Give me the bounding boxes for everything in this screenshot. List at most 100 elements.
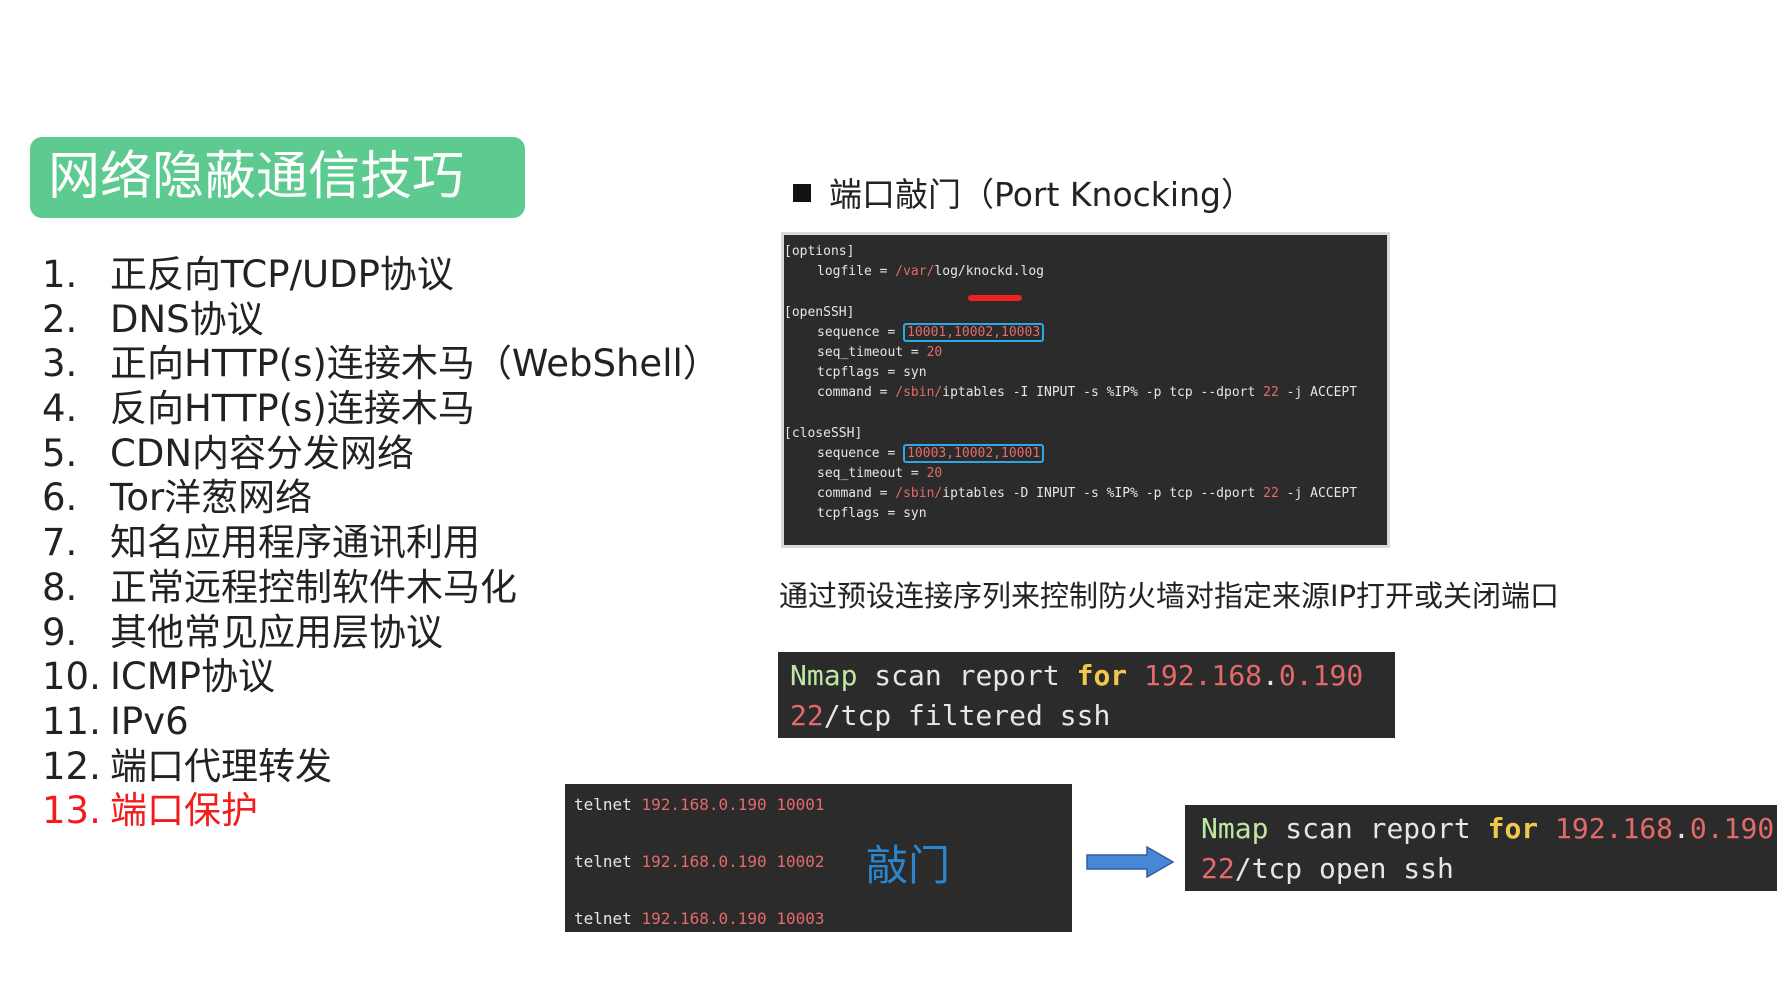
topic-text: ICMP协议 [110,655,275,699]
config-value: 22 [1263,486,1279,502]
topic-number: 10. [42,655,101,699]
section-heading-text: 端口敲门（Port Knocking） [829,175,1254,214]
config-line: tcpflags = syn [784,363,1387,383]
config-line: sequence = 10001,10002,10003 [784,322,1387,343]
telnet-port: 10003 [776,909,825,928]
knock-label: 敲门 [866,841,951,890]
telnet-ip: 192.168.0.190 [641,795,767,814]
topic-item: 1. 正反向TCP/UDP协议 [42,253,720,298]
nmap-port: 22 [1201,852,1235,885]
config-key: seq_timeout = [817,344,927,360]
nmap-ip: 192.168 [1127,659,1263,692]
config-path: log/knockd.log [934,264,1044,280]
nmap-ip: 192.168 [1538,812,1674,845]
config-key: tcpflags = syn [817,365,927,381]
red-underline-mark [968,295,1022,301]
topic-number: 3. [42,342,78,386]
nmap-ip: . [1673,812,1690,845]
config-value: iptables -D INPUT -s %IP% -p tcp --dport [942,486,1264,502]
config-value: iptables -I INPUT -s %IP% -p tcp --dport [942,385,1264,401]
topic-item: 7. 知名应用程序通讯利用 [42,521,720,566]
config-value: -j ACCEPT [1278,385,1358,401]
topic-item: 12. 端口代理转发 [42,745,720,790]
config-key: sequence = [817,445,904,461]
nmap-line: 22/tcp filtered ssh [790,696,1395,736]
nmap-ip: 0.190 [1689,812,1775,845]
topic-item: 10. ICMP协议 [42,655,720,700]
topic-number: 13. [42,789,101,833]
topic-text: CDN内容分发网络 [110,431,415,475]
nmap-text: scan report [1268,812,1488,845]
topic-text: 反向HTTP(s)连接木马 [110,387,475,431]
topic-number: 7. [42,521,78,565]
description-caption: 通过预设连接序列来控制防火墙对指定来源IP打开或关闭端口 [779,579,1560,613]
config-line: logfile = /var/log/knockd.log [784,262,1387,282]
topic-item: 8. 正常远程控制软件木马化 [42,566,720,611]
topic-item: 2. DNS协议 [42,298,720,343]
topic-text: 端口代理转发 [110,744,332,788]
telnet-line: telnet 192.168.0.190 10001 [574,795,824,814]
topic-number: 9. [42,610,78,654]
config-line: [closeSSH] [784,424,1387,444]
topic-number: 11. [42,699,101,743]
topic-number: 8. [42,565,78,609]
topic-number: 12. [42,744,101,788]
topic-number: 4. [42,387,78,431]
topic-number: 6. [42,476,78,520]
telnet-line: telnet 192.168.0.190 10002 [574,852,824,871]
topic-number: 5. [42,431,78,475]
topic-number: 1. [42,253,78,296]
config-section-header: [openSSH] [784,304,855,320]
topic-text: 知名应用程序通讯利用 [110,521,480,565]
telnet-cmd: telnet [574,852,642,871]
open-sequence-highlight: 10001,10002,10003 [903,322,1045,342]
nmap-state: /tcp open ssh [1234,852,1454,885]
config-line: seq_timeout = 20 [784,343,1387,363]
topic-text: DNS协议 [110,297,264,341]
config-blank [784,404,1387,424]
section-heading: 端口敲门（Port Knocking） [793,168,1254,216]
nmap-open-screenshot: Nmap scan report for 192.168.0.190 22/tc… [1185,805,1777,891]
nmap-word: Nmap [1201,812,1269,845]
topic-text: IPv6 [110,699,189,743]
telnet-port: 10001 [776,795,825,814]
topic-item: 11. IPv6 [42,700,720,745]
config-key: tcpflags = syn [817,506,927,522]
config-line: command = /sbin/iptables -I INPUT -s %IP… [784,383,1387,403]
config-value: 20 [926,344,943,360]
config-line: tcpflags = syn [784,504,1387,524]
telnet-line: telnet 192.168.0.190 10003 [574,909,824,928]
topic-item: 6. Tor洋葱网络 [42,476,720,521]
topic-item: 3. 正向HTTP(s)连接木马（WebShell） [42,342,720,387]
nmap-keyword: for [1487,812,1539,845]
nmap-filtered-screenshot: Nmap scan report for 192.168.0.190 22/tc… [778,652,1395,738]
topic-text: 正向HTTP(s)连接木马（WebShell） [110,342,720,386]
nmap-ip: 0.190 [1278,659,1364,692]
config-value: -j ACCEPT [1278,486,1358,502]
config-path: /var/ [895,264,935,280]
telnet-knock-screenshot: telnet 192.168.0.190 10001 telnet 192.16… [565,784,1072,932]
nmap-keyword: for [1076,659,1128,692]
knockd-config-screenshot: [options] logfile = /var/log/knockd.log … [781,232,1390,548]
config-key: logfile = [817,264,896,280]
square-bullet-icon [793,184,811,202]
config-line: seq_timeout = 20 [784,464,1387,484]
config-value: 22 [1263,385,1279,401]
config-key: command = [817,385,896,401]
config-line: [options] [784,242,1387,262]
config-key: command = [817,486,896,502]
telnet-ip: 192.168.0.190 [641,909,767,928]
config-blank [784,282,1387,302]
config-value: 20 [926,466,943,482]
slide-title: 网络隐蔽通信技巧 [30,137,525,218]
telnet-cmd: telnet [574,909,642,928]
topic-item: 4. 反向HTTP(s)连接木马 [42,387,720,432]
config-section-header: [closeSSH] [784,425,863,441]
nmap-word: Nmap [790,659,858,692]
config-section-header: [options] [784,244,855,259]
config-key: sequence = [817,324,904,340]
telnet-cmd: telnet [574,795,642,814]
topic-text: 正常远程控制软件木马化 [110,565,517,609]
topic-text: 其他常见应用层协议 [110,610,443,654]
nmap-port: 22 [790,699,824,732]
